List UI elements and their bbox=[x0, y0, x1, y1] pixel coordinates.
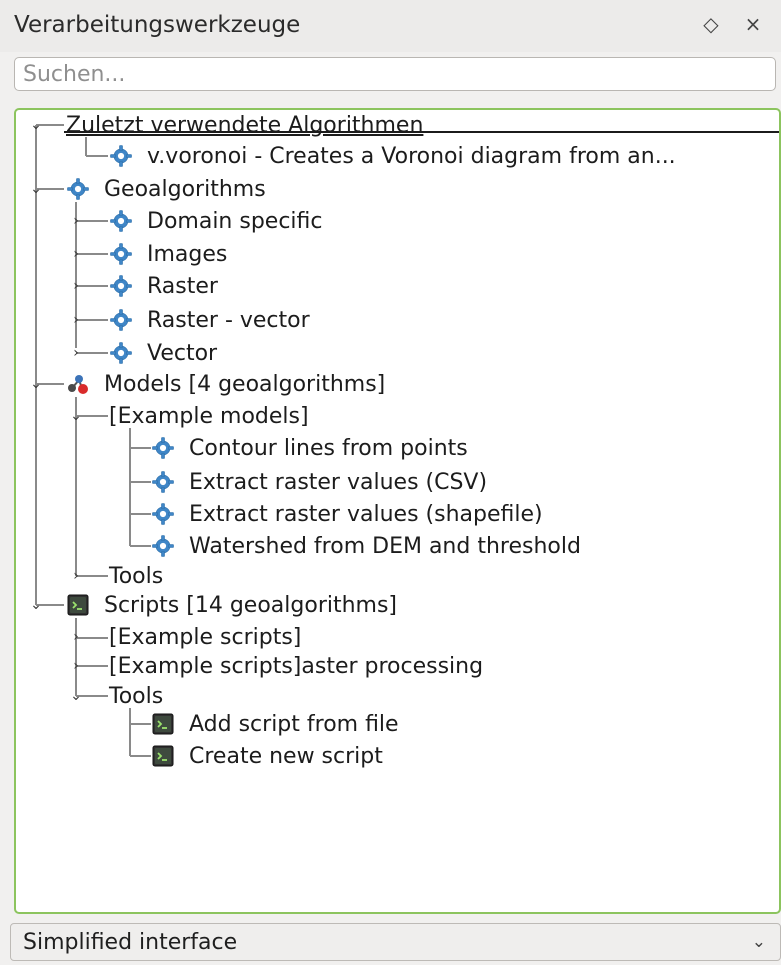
tree-node-recent[interactable]: Zuletzt verwendete Algorithmen bbox=[66, 110, 423, 140]
expand-arrow-icon[interactable]: › bbox=[69, 568, 83, 584]
tree-item-label: Add script from file bbox=[189, 711, 399, 737]
expand-arrow-icon[interactable]: › bbox=[69, 246, 83, 262]
interface-mode-select[interactable]: Simplified interface ⌄ bbox=[10, 923, 781, 961]
tree-node-label: Models [4 geoalgorithms] bbox=[104, 371, 386, 397]
tree-item-label: Extract raster values (shapefile) bbox=[189, 501, 543, 527]
chevron-down-icon: ⌄ bbox=[751, 932, 766, 952]
interface-mode-label: Simplified interface bbox=[23, 930, 238, 955]
tree-item-add-script[interactable]: Add script from file bbox=[151, 709, 399, 739]
tree-node-label: Raster - vector bbox=[147, 307, 310, 333]
tree-item-contour-lines[interactable]: Contour lines from points bbox=[151, 433, 468, 463]
gear-icon bbox=[110, 210, 132, 232]
tree-node-label: Domain specific bbox=[147, 208, 323, 234]
script-icon bbox=[152, 745, 174, 767]
recent-header-label: Zuletzt verwendete Algorithmen bbox=[66, 112, 424, 138]
tree-node-label: Images bbox=[147, 241, 228, 267]
model-icon bbox=[68, 375, 88, 394]
tree-item-recent-voronoi[interactable]: v.voronoi - Creates a Voronoi diagram fr… bbox=[109, 141, 676, 171]
search-box bbox=[14, 57, 776, 91]
script-icon bbox=[152, 713, 174, 735]
tree-node-example-models[interactable]: [Example models] bbox=[109, 401, 309, 431]
processing-toolbox-panel: Verarbeitungswerkzeuge ◇ × Suchen... ⌄ Z… bbox=[0, 0, 781, 965]
tree-item-extract-csv[interactable]: Extract raster values (CSV) bbox=[151, 467, 487, 497]
tree-node-label: [Example scripts] bbox=[109, 624, 302, 650]
tree-node-label: Raster bbox=[147, 273, 218, 299]
tree-item-label: v.voronoi - Creates a Voronoi diagram fr… bbox=[147, 143, 676, 169]
tree-node-raster-vector[interactable]: Raster - vector bbox=[109, 305, 310, 335]
tree-node-models[interactable]: Models [4 geoalgorithms] bbox=[66, 369, 385, 399]
expand-arrow-icon[interactable]: › bbox=[69, 629, 83, 645]
collapse-arrow-icon[interactable]: ⌄ bbox=[29, 117, 43, 133]
tree-node-label: [Example models] bbox=[109, 403, 309, 429]
tree-node-label: [Example scripts]aster processing bbox=[109, 653, 484, 679]
tree-node-label: Scripts [14 geoalgorithms] bbox=[104, 592, 398, 618]
gear-icon bbox=[152, 535, 174, 557]
search-input[interactable] bbox=[15, 58, 763, 90]
panel-title: Verarbeitungswerkzeuge bbox=[14, 12, 301, 38]
tree-node-example-scripts[interactable]: [Example scripts] bbox=[109, 622, 301, 652]
tree-node-geoalgorithms[interactable]: Geoalgorithms bbox=[66, 174, 266, 204]
tree-node-label: Geoalgorithms bbox=[104, 176, 266, 202]
expand-arrow-icon[interactable]: › bbox=[69, 312, 83, 328]
tree-node-domain-specific[interactable]: Domain specific bbox=[109, 206, 322, 236]
tree-node-model-tools[interactable]: Tools bbox=[109, 561, 163, 591]
tree-item-label: Watershed from DEM and threshold bbox=[189, 533, 581, 559]
gear-icon bbox=[152, 503, 174, 525]
tree-node-scripts[interactable]: Scripts [14 geoalgorithms] bbox=[66, 590, 397, 620]
gear-icon bbox=[110, 309, 132, 331]
float-panel-button[interactable]: ◇ bbox=[700, 12, 722, 36]
tree-item-label: Create new script bbox=[189, 743, 383, 769]
gear-icon bbox=[152, 471, 174, 493]
tree-item-label: Contour lines from points bbox=[189, 435, 468, 461]
close-icon: × bbox=[744, 12, 762, 36]
collapse-arrow-icon[interactable]: ⌄ bbox=[29, 376, 43, 392]
script-icon bbox=[67, 594, 89, 616]
expand-arrow-icon[interactable]: › bbox=[69, 278, 83, 294]
gear-icon bbox=[67, 178, 89, 200]
expand-arrow-icon[interactable]: › bbox=[69, 213, 83, 229]
gear-icon bbox=[110, 275, 132, 297]
expand-arrow-icon[interactable]: › bbox=[69, 345, 83, 361]
gear-icon bbox=[110, 342, 132, 364]
tree-item-label: Extract raster values (CSV) bbox=[189, 469, 488, 495]
gear-icon bbox=[110, 145, 132, 167]
diamond-icon: ◇ bbox=[703, 12, 719, 36]
algorithm-tree[interactable]: ⌄ Zuletzt verwendete Algorithmen v.voron… bbox=[14, 108, 781, 914]
collapse-arrow-icon[interactable]: ⌄ bbox=[69, 688, 83, 704]
tree-node-images[interactable]: Images bbox=[109, 239, 227, 269]
tree-node-raster[interactable]: Raster bbox=[109, 271, 218, 301]
expand-arrow-icon[interactable]: › bbox=[69, 658, 83, 674]
tree-node-example-scripts-raster[interactable]: [Example scripts]aster processing bbox=[109, 651, 483, 681]
tree-item-extract-shapefile[interactable]: Extract raster values (shapefile) bbox=[151, 499, 543, 529]
collapse-arrow-icon[interactable]: ⌄ bbox=[29, 597, 43, 613]
tree-node-label: Tools bbox=[109, 683, 164, 709]
tree-node-vector[interactable]: Vector bbox=[109, 338, 217, 368]
close-panel-button[interactable]: × bbox=[742, 12, 764, 36]
tree-node-script-tools[interactable]: Tools bbox=[109, 681, 163, 711]
gear-icon bbox=[152, 437, 174, 459]
collapse-arrow-icon[interactable]: ⌄ bbox=[29, 181, 43, 197]
collapse-arrow-icon[interactable]: ⌄ bbox=[69, 408, 83, 424]
tree-node-label: Tools bbox=[109, 563, 164, 589]
tree-item-watershed[interactable]: Watershed from DEM and threshold bbox=[151, 531, 581, 561]
panel-titlebar: Verarbeitungswerkzeuge ◇ × bbox=[0, 0, 781, 52]
tree-node-label: Vector bbox=[147, 340, 218, 366]
tree-item-create-script[interactable]: Create new script bbox=[151, 741, 383, 771]
gear-icon bbox=[110, 243, 132, 265]
